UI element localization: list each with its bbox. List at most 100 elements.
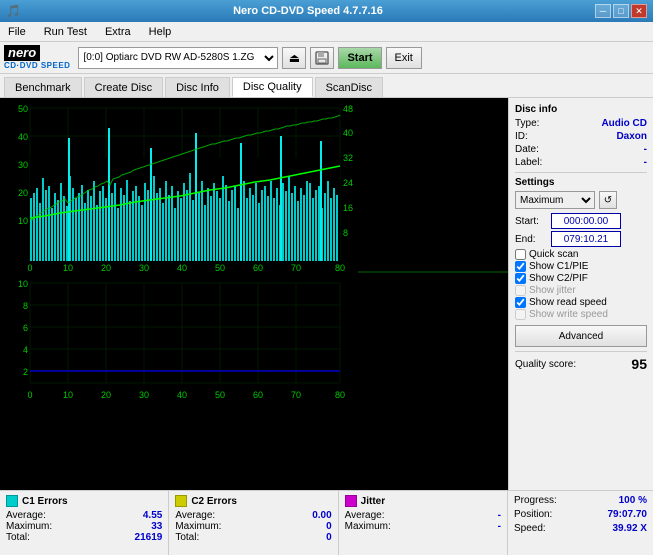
end-time-input[interactable] <box>551 231 621 247</box>
date-value: - <box>644 144 647 155</box>
c2-total-label: Total: <box>175 532 199 543</box>
svg-text:60: 60 <box>253 390 263 400</box>
legend-jitter: Jitter Average: - Maximum: - <box>339 491 508 555</box>
progress-row: Progress: 100 % <box>514 495 647 506</box>
c1-title-text: C1 Errors <box>22 496 68 507</box>
jitter-maximum-value: - <box>498 521 501 532</box>
advanced-button[interactable]: Advanced <box>515 325 647 347</box>
c2-total-value: 0 <box>326 532 332 543</box>
show-c1-pie-row: Show C1/PIE <box>515 261 647 272</box>
maximize-button[interactable]: □ <box>613 4 629 18</box>
c1-maximum-value: 33 <box>151 521 162 532</box>
speed-select[interactable]: Maximum <box>515 191 595 209</box>
svg-text:30: 30 <box>139 263 149 273</box>
svg-text:4: 4 <box>23 345 28 355</box>
c1-average-row: Average: 4.55 <box>6 510 162 521</box>
show-c1-pie-label: Show C1/PIE <box>529 261 588 272</box>
title-bar: 🎵 Nero CD-DVD Speed 4.7.7.16 ─ □ ✕ <box>0 0 653 22</box>
tab-disc-quality[interactable]: Disc Quality <box>232 77 313 97</box>
svg-text:70: 70 <box>291 263 301 273</box>
start-time-label: Start: <box>515 216 547 227</box>
nero-logo-text: nero <box>4 45 40 61</box>
close-button[interactable]: ✕ <box>631 4 647 18</box>
disc-info-date-row: Date: - <box>515 144 647 155</box>
end-time-row: End: <box>515 231 647 247</box>
svg-text:6: 6 <box>23 323 28 333</box>
quality-score-container: Quality score: 95 <box>515 356 647 372</box>
jitter-average-label: Average: <box>345 510 385 521</box>
c2-average-value: 0.00 <box>312 510 331 521</box>
menu-file[interactable]: File <box>4 25 30 39</box>
tab-create-disc[interactable]: Create Disc <box>84 77 163 97</box>
start-button[interactable]: Start <box>338 47 381 69</box>
divider-2 <box>515 351 647 352</box>
show-jitter-checkbox[interactable] <box>515 285 526 296</box>
tabs: Benchmark Create Disc Disc Info Disc Qua… <box>0 74 653 98</box>
svg-text:0: 0 <box>27 263 32 273</box>
c1-legend-title: C1 Errors <box>6 495 162 507</box>
speed-label: Speed: <box>514 523 546 534</box>
jitter-title-text: Jitter <box>361 496 385 507</box>
c1-total-label: Total: <box>6 532 30 543</box>
jitter-color-box <box>345 495 357 507</box>
c2-maximum-label: Maximum: <box>175 521 221 532</box>
menu-run-test[interactable]: Run Test <box>40 25 91 39</box>
disc-info-label-row: Label: - <box>515 157 647 168</box>
quick-scan-label: Quick scan <box>529 249 578 260</box>
type-value: Audio CD <box>601 118 647 129</box>
title-bar-text: Nero CD-DVD Speed 4.7.7.16 <box>21 5 595 17</box>
menu-bar: File Run Test Extra Help <box>0 22 653 42</box>
progress-label: Progress: <box>514 495 557 506</box>
eject-button[interactable]: ⏏ <box>282 47 306 69</box>
svg-text:10: 10 <box>63 390 73 400</box>
exit-button[interactable]: Exit <box>386 47 422 69</box>
c2-average-label: Average: <box>175 510 215 521</box>
c1-average-label: Average: <box>6 510 46 521</box>
svg-text:8: 8 <box>23 301 28 311</box>
drive-select[interactable]: [0:0] Optiarc DVD RW AD-5280S 1.ZG <box>78 47 278 69</box>
tab-disc-info[interactable]: Disc Info <box>165 77 230 97</box>
show-c1-pie-checkbox[interactable] <box>515 261 526 272</box>
main-content: 50 40 30 20 10 48 40 32 24 16 8 0 10 20 … <box>0 98 653 490</box>
svg-text:0: 0 <box>27 390 32 400</box>
c1-maximum-row: Maximum: 33 <box>6 521 162 532</box>
position-value: 79:07.70 <box>608 509 647 520</box>
date-label: Date: <box>515 144 539 155</box>
menu-help[interactable]: Help <box>145 25 176 39</box>
show-read-speed-checkbox[interactable] <box>515 297 526 308</box>
show-jitter-label: Show jitter <box>529 285 576 296</box>
svg-text:40: 40 <box>177 390 187 400</box>
divider-1 <box>515 172 647 173</box>
show-read-speed-label: Show read speed <box>529 297 607 308</box>
c1-maximum-label: Maximum: <box>6 521 52 532</box>
svg-text:50: 50 <box>215 263 225 273</box>
svg-text:20: 20 <box>101 390 111 400</box>
minimize-button[interactable]: ─ <box>595 4 611 18</box>
svg-text:80: 80 <box>335 390 345 400</box>
quick-scan-checkbox[interactable] <box>515 249 526 260</box>
start-time-input[interactable] <box>551 213 621 229</box>
tab-scan-disc[interactable]: ScanDisc <box>315 77 383 97</box>
show-write-speed-checkbox[interactable] <box>515 309 526 320</box>
save-button[interactable] <box>310 47 334 69</box>
menu-extra[interactable]: Extra <box>101 25 135 39</box>
svg-text:40: 40 <box>18 132 28 142</box>
id-value: Daxon <box>616 131 647 142</box>
legend-c2: C2 Errors Average: 0.00 Maximum: 0 Total… <box>169 491 338 555</box>
show-c2-pif-checkbox[interactable] <box>515 273 526 284</box>
progress-value: 100 % <box>619 495 647 506</box>
c2-legend-title: C2 Errors <box>175 495 331 507</box>
svg-text:2: 2 <box>23 367 28 377</box>
show-c2-pif-label: Show C2/PIF <box>529 273 588 284</box>
svg-text:24: 24 <box>343 178 353 188</box>
quality-score-label: Quality score: <box>515 359 576 370</box>
tab-benchmark[interactable]: Benchmark <box>4 77 82 97</box>
c1-total-value: 21619 <box>135 532 163 543</box>
speed-value: 39.92 X <box>613 523 647 534</box>
chart-area: 50 40 30 20 10 48 40 32 24 16 8 0 10 20 … <box>0 98 508 490</box>
svg-text:40: 40 <box>177 263 187 273</box>
svg-text:10: 10 <box>18 279 28 289</box>
refresh-button[interactable]: ↺ <box>599 191 617 209</box>
title-controls: ─ □ ✕ <box>595 4 647 18</box>
svg-text:40: 40 <box>343 128 353 138</box>
